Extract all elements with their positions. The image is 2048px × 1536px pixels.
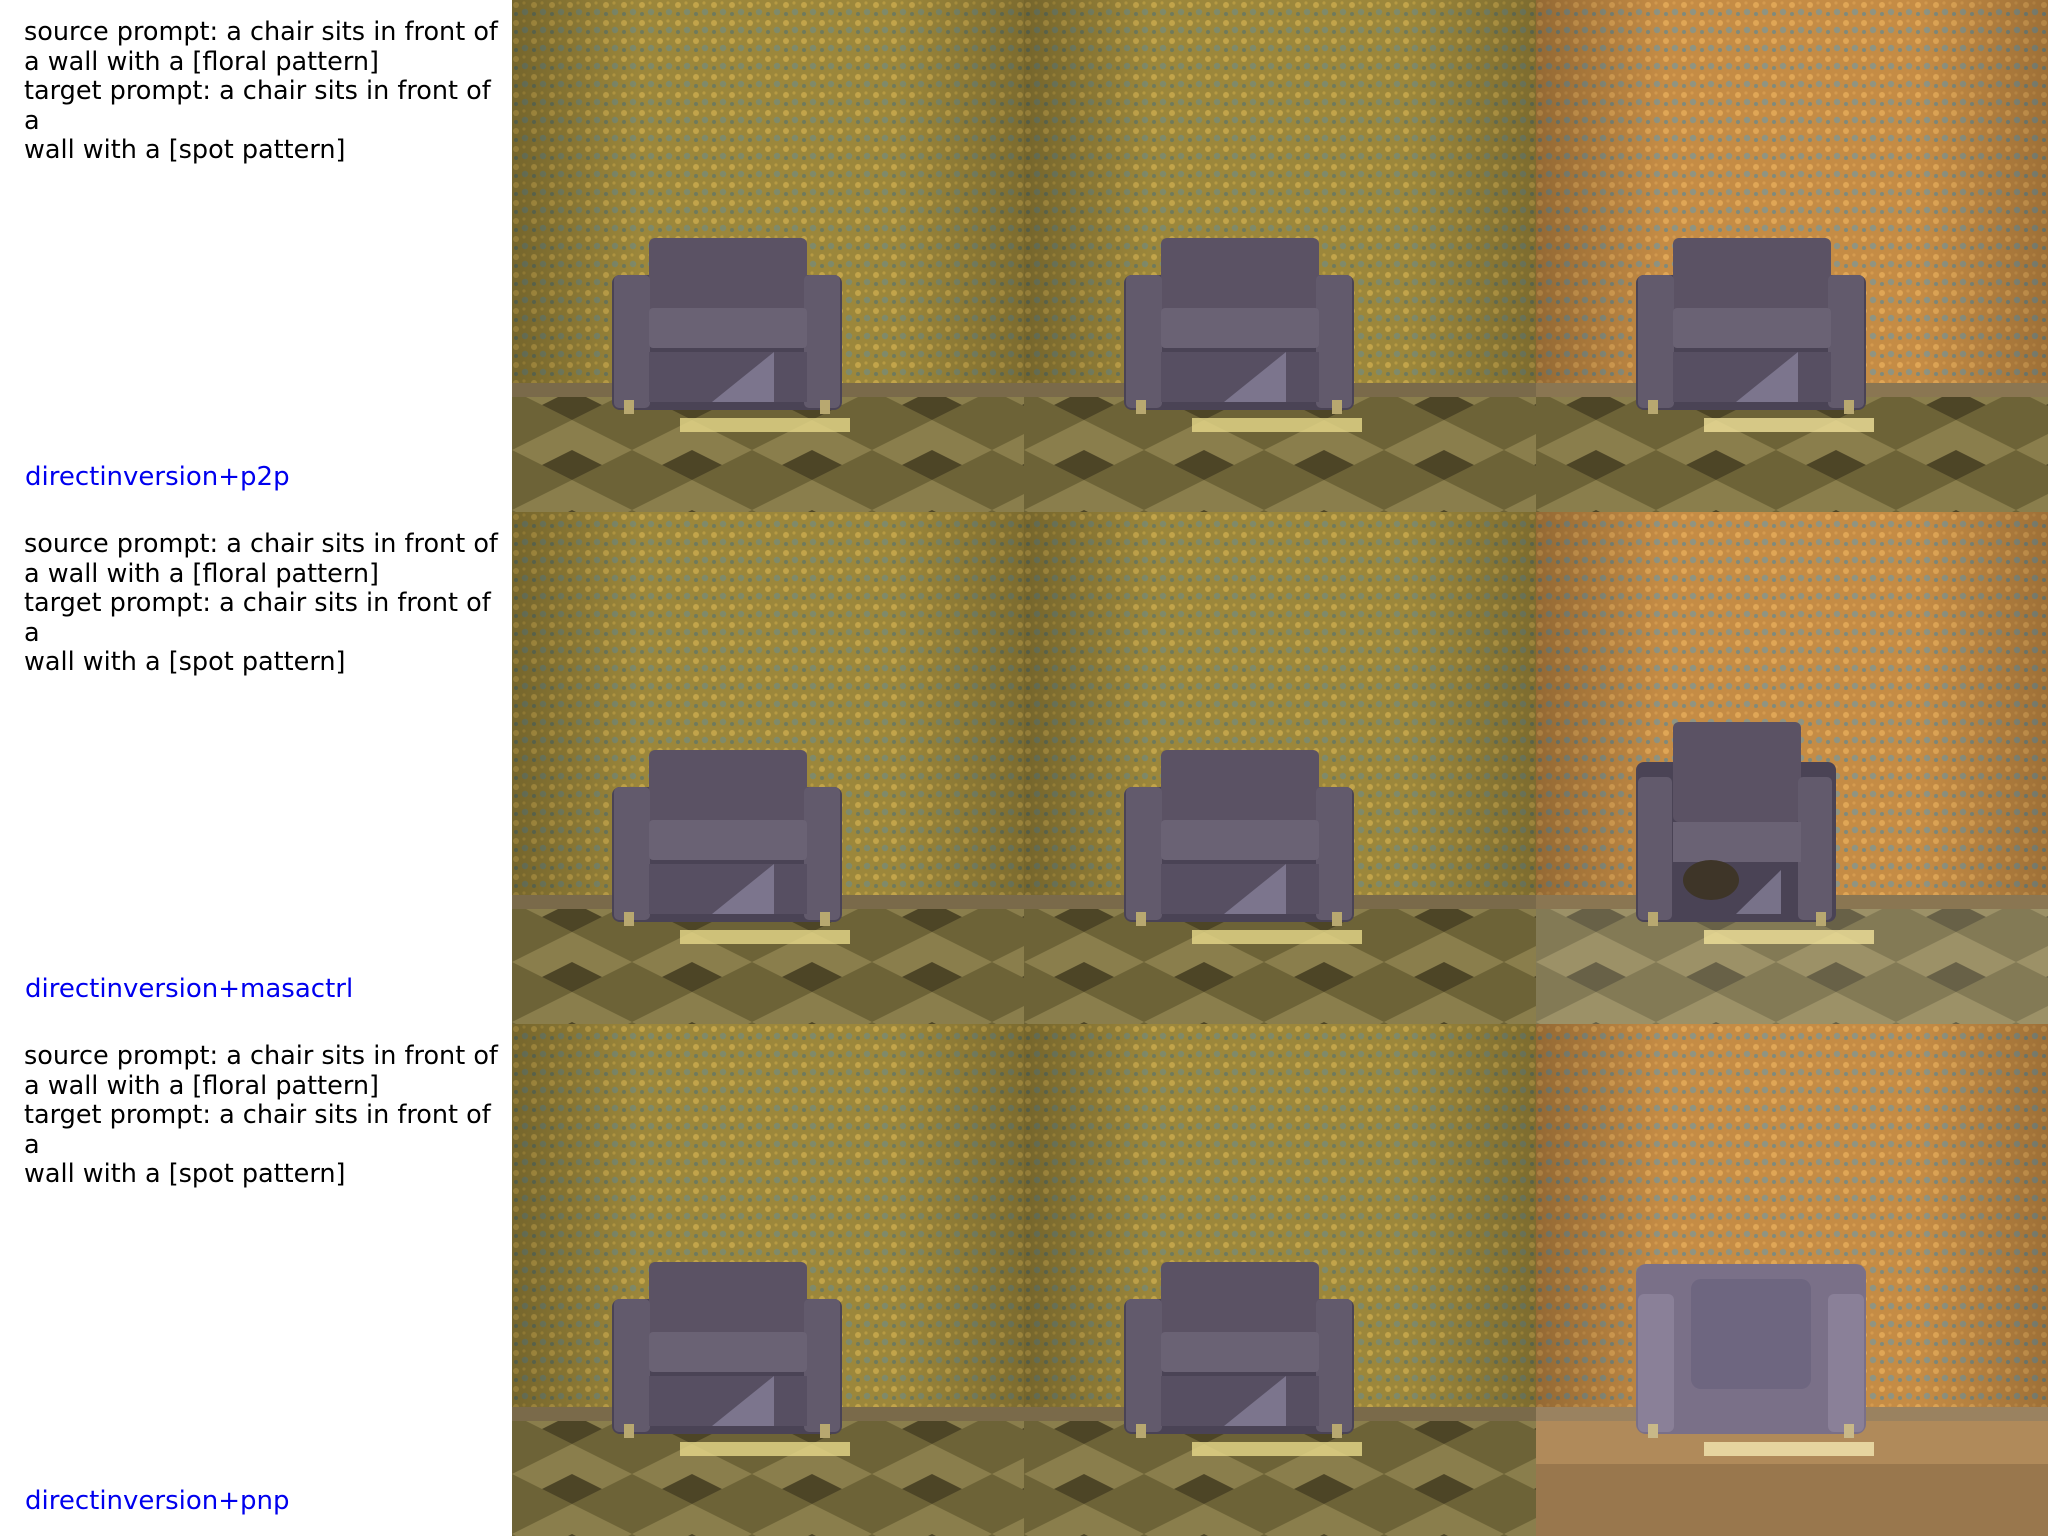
method-label: directinversion+masactrl [25, 974, 354, 1004]
prompt-text: source prompt: a chair sits in front of … [24, 1041, 498, 1189]
edited-image-reference [1024, 1024, 1536, 1536]
result-row-p2p: source prompt: a chair sits in front of … [0, 0, 2048, 512]
prompt-text: source prompt: a chair sits in front of … [24, 17, 498, 165]
source-image [512, 512, 1024, 1024]
edited-image-reference [1024, 512, 1536, 1024]
source-image [512, 0, 1024, 512]
edited-image [1536, 512, 2048, 1024]
method-label: directinversion+pnp [25, 1486, 290, 1516]
row-label-panel: source prompt: a chair sits in front of … [0, 512, 512, 1024]
edited-image [1536, 1024, 2048, 1536]
row-label-panel: source prompt: a chair sits in front of … [0, 0, 512, 512]
source-image [512, 1024, 1024, 1536]
armchair [1636, 1264, 1866, 1438]
method-label: directinversion+p2p [25, 462, 290, 492]
result-row-masactrl: source prompt: a chair sits in front of … [0, 512, 2048, 1024]
row-label-panel: source prompt: a chair sits in front of … [0, 1024, 512, 1536]
edited-image [1536, 0, 2048, 512]
result-row-pnp: source prompt: a chair sits in front of … [0, 1024, 2048, 1536]
edited-image-reference [1024, 0, 1536, 512]
prompt-text: source prompt: a chair sits in front of … [24, 529, 498, 677]
